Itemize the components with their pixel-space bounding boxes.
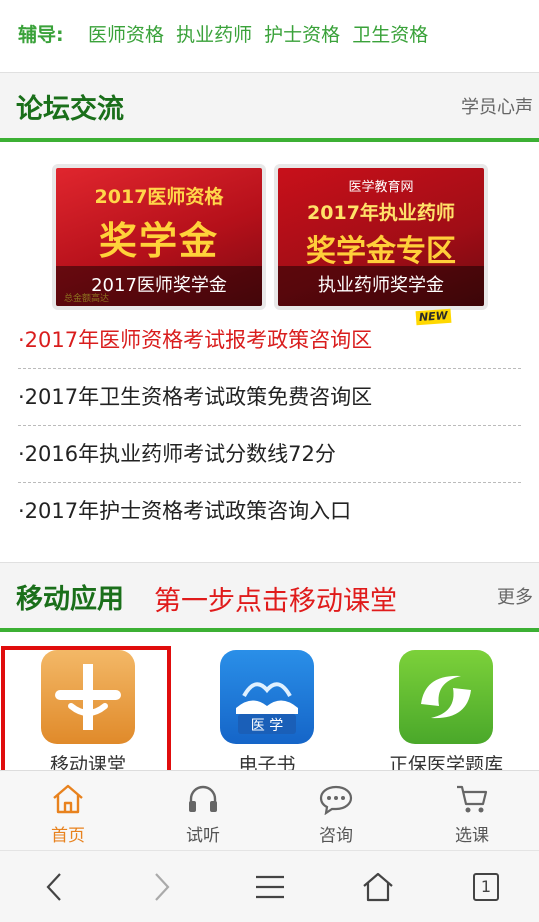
cart-icon [432, 781, 512, 817]
tutoring-bar: 辅导: 医师资格 执业药师 护士资格 卫生资格 [0, 0, 539, 70]
list-item-text: ·2017年护士资格考试政策咨询入口 [18, 499, 352, 523]
list-item[interactable]: ·2017年医师资格考试报考政策咨询区 NEW [18, 308, 521, 369]
list-item-text: ·2016年执业药师考试分数线72分 [18, 442, 336, 466]
mobile-more-link[interactable]: 更多 [497, 583, 533, 609]
tab-courses[interactable]: 选课 [432, 781, 512, 846]
tabs-count-button[interactable]: 1 [466, 869, 506, 905]
app-name: 正保医学题库 [388, 754, 503, 770]
forum-title: 论坛交流 [16, 94, 124, 125]
banner-1-caption: 2017医师奖学金 [56, 266, 262, 306]
tab-label: 试听 [186, 826, 220, 846]
forum-list: ·2017年医师资格考试报考政策咨询区 NEW ·2017年卫生资格考试政策免费… [0, 308, 539, 540]
banner-1-title: 2017医师资格 [94, 186, 224, 208]
home-icon [28, 781, 108, 817]
headphones-icon [163, 781, 243, 817]
banner-2-caption: 执业药师奖学金 [278, 266, 484, 306]
forum-header: 论坛交流 学员心声 [0, 72, 539, 142]
forum-banners: 2017医师资格 奖学金 总金额高达 2017医师奖学金 医学教育网 2017年… [0, 160, 539, 310]
tab-home[interactable]: 首页 [28, 781, 108, 846]
banner-2-accent: 奖学金专区 [306, 234, 456, 269]
app-question-bank[interactable]: 正保医学题库 [366, 650, 526, 770]
link-nurse[interactable]: 护士资格 [264, 24, 340, 46]
list-item[interactable]: ·2017年卫生资格考试政策免费咨询区 [18, 369, 521, 426]
new-badge: NEW [415, 308, 452, 326]
home-nav-icon[interactable] [358, 869, 398, 905]
book-icon-text: 医 学 [250, 718, 284, 734]
tab-label: 首页 [51, 826, 85, 846]
tab-label: 选课 [455, 826, 489, 846]
banner-physician-scholarship[interactable]: 2017医师资格 奖学金 总金额高达 2017医师奖学金 [52, 164, 266, 310]
app-name: 电子书 [238, 754, 296, 770]
tutoring-label: 辅导: [18, 24, 64, 46]
link-physician[interactable]: 医师资格 [88, 24, 164, 46]
link-health[interactable]: 卫生资格 [352, 24, 428, 46]
list-item[interactable]: ·2016年执业药师考试分数线72分 [18, 426, 521, 483]
banner-1-accent: 奖学金 [98, 219, 219, 263]
instruction-hint: 第一步点击移动课堂 [154, 586, 397, 617]
forum-more-link[interactable]: 学员心声 [461, 93, 533, 119]
back-icon[interactable] [34, 869, 74, 905]
tab-audition[interactable]: 试听 [163, 781, 243, 846]
chat-icon [296, 781, 376, 817]
list-item-text: ·2017年卫生资格考试政策免费咨询区 [18, 385, 373, 409]
swirl-logo-icon [399, 650, 493, 744]
mobile-header: 移动应用 第一步点击移动课堂 更多 [0, 562, 539, 632]
list-item[interactable]: ·2017年护士资格考试政策咨询入口 [18, 483, 521, 540]
browser-nav-bar: 1 [0, 850, 539, 922]
list-item-text: ·2017年医师资格考试报考政策咨询区 [18, 328, 373, 352]
mobile-title: 移动应用 [16, 584, 124, 615]
book-icon: 医 学 [220, 650, 314, 744]
banner-2-brand: 医学教育网 [348, 180, 414, 195]
menu-icon[interactable] [250, 869, 290, 905]
banner-2-title: 2017年执业药师 [307, 202, 455, 224]
tab-count: 1 [473, 873, 499, 901]
tutoring-links: 医师资格 执业药师 护士资格 卫生资格 [88, 20, 434, 47]
banner-pharmacist-scholarship[interactable]: 医学教育网 2017年执业药师 奖学金专区 执业药师奖学金 [274, 164, 488, 310]
tab-consult[interactable]: 咨询 [296, 781, 376, 846]
tab-bar: 首页 试听 咨询 选课 [0, 770, 539, 850]
tab-label: 咨询 [319, 826, 353, 846]
highlight-box [1, 646, 171, 782]
app-ebook[interactable]: 医 学 电子书 [187, 650, 347, 770]
link-pharmacist[interactable]: 执业药师 [176, 24, 252, 46]
forward-icon[interactable] [142, 869, 182, 905]
